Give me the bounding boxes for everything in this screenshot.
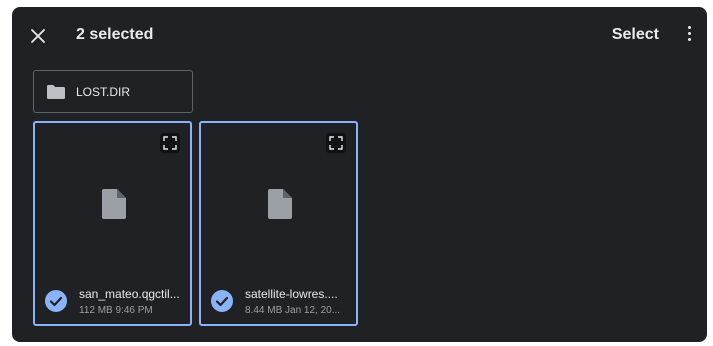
- file-meta: 8.44 MB Jan 12, 20...: [245, 305, 341, 316]
- expand-preview-icon[interactable]: [326, 133, 346, 153]
- folder-icon: [47, 85, 65, 99]
- check-circle-icon[interactable]: [45, 290, 67, 312]
- expand-preview-icon[interactable]: [160, 133, 180, 153]
- folder-item-lost-dir[interactable]: LOST.DIR: [33, 70, 193, 113]
- select-button[interactable]: Select: [612, 26, 659, 44]
- more-vert-icon[interactable]: [683, 23, 695, 47]
- file-card-footer: satellite-lowres.... 8.44 MB Jan 12, 20.…: [201, 278, 356, 324]
- document-icon: [102, 189, 126, 219]
- file-name: satellite-lowres....: [245, 287, 338, 301]
- selection-count-title: 2 selected: [76, 26, 154, 43]
- file-card-footer: san_mateo.qgctil... 112 MB 9:46 PM: [35, 278, 190, 324]
- folder-name: LOST.DIR: [76, 85, 131, 99]
- document-icon: [268, 189, 292, 219]
- close-icon[interactable]: [26, 24, 50, 48]
- check-circle-icon[interactable]: [211, 290, 233, 312]
- file-card[interactable]: satellite-lowres.... 8.44 MB Jan 12, 20.…: [199, 121, 358, 326]
- file-picker-window: 2 selected Select LOST.DIR san_mateo.qgc…: [12, 7, 707, 342]
- file-card[interactable]: san_mateo.qgctil... 112 MB 9:46 PM: [33, 121, 192, 326]
- file-meta: 112 MB 9:46 PM: [79, 305, 153, 316]
- file-name: san_mateo.qgctil...: [79, 287, 180, 301]
